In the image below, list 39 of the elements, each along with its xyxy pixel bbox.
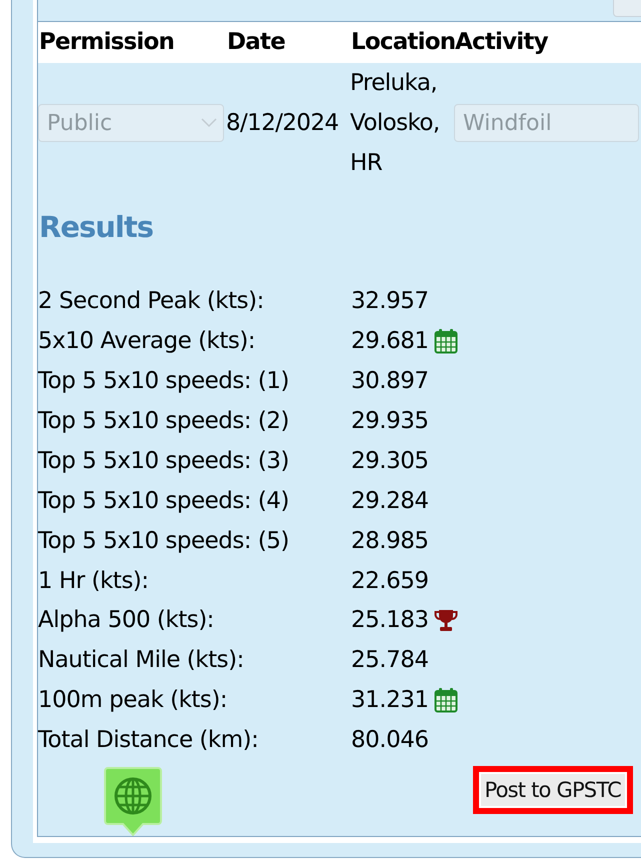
location-text: Volosko,	[350, 109, 441, 138]
result-value: 29.681	[351, 328, 428, 354]
result-value: 31.231	[351, 687, 428, 714]
calendar-icon	[434, 328, 458, 354]
result-label: Top 5 5x10 speeds: (3)	[38, 448, 290, 474]
result-value: 30.897	[351, 368, 428, 394]
post-button[interactable]: Post to GPSTC	[472, 766, 633, 814]
calendar-icon	[434, 687, 458, 714]
column-header: Permission	[38, 29, 176, 56]
location-text: Preluka,	[350, 69, 438, 98]
result-value: 29.935	[351, 408, 428, 434]
result-label: Top 5 5x10 speeds: (4)	[38, 488, 290, 514]
results-title: Results	[39, 210, 154, 244]
result-label: 2 Second Peak (kts):	[38, 288, 265, 314]
result-label: 100m peak (kts):	[38, 687, 228, 714]
result-label: Top 5 5x10 speeds: (1)	[38, 368, 290, 394]
result-value: 29.305	[351, 448, 428, 474]
location-text: HR	[350, 149, 384, 178]
trophy-icon	[434, 608, 458, 632]
column-header: Activity	[454, 29, 549, 56]
result-label: Total Distance (km):	[38, 727, 260, 754]
result-label: 5x10 Average (kts):	[38, 328, 256, 354]
result-value: 22.659	[351, 568, 428, 594]
globe-pin-icon[interactable]	[104, 766, 162, 836]
chevron-icon	[201, 118, 217, 128]
column-header: Date	[226, 29, 286, 56]
result-value: 29.284	[351, 488, 428, 514]
column-header: Location	[350, 29, 454, 56]
result-value: 32.957	[351, 288, 428, 314]
result-value: 25.183	[351, 607, 428, 634]
result-label: Alpha 500 (kts):	[38, 607, 215, 634]
result-label: Top 5 5x10 speeds: (5)	[38, 528, 290, 554]
date-cell-text: 8/12/2024	[226, 110, 340, 136]
result-label: Top 5 5x10 speeds: (2)	[38, 408, 290, 434]
result-label: Nautical Mile (kts):	[38, 647, 245, 674]
result-label: 1 Hr (kts):	[38, 568, 150, 594]
result-value: 28.985	[351, 528, 428, 554]
result-value: 80.046	[351, 727, 428, 754]
result-value: 25.784	[351, 647, 428, 674]
